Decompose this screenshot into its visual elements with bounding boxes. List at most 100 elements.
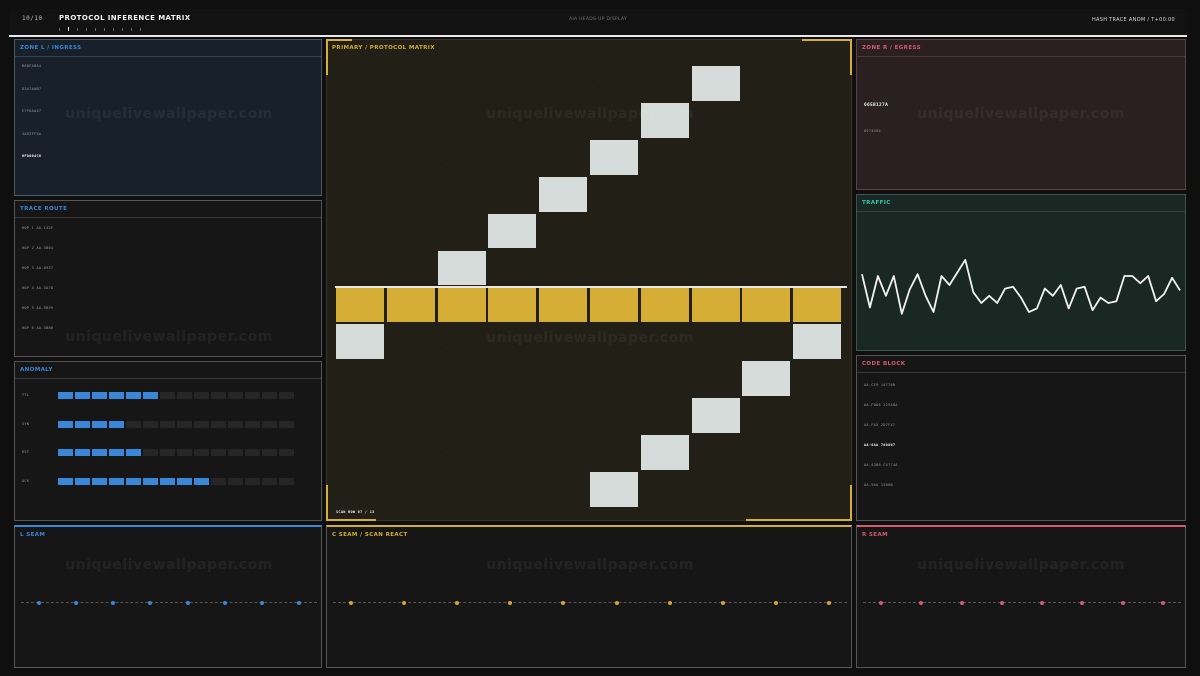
- inferred-path-cell[interactable]: [590, 471, 638, 507]
- seam-node[interactable]: [1080, 601, 1085, 605]
- c-seam-panel: C SEAM / SCAN REACT uniquelivewallpaper.…: [326, 525, 852, 668]
- seam-node[interactable]: [455, 601, 460, 605]
- seam-node[interactable]: [148, 601, 153, 605]
- watermark: uniquelivewallpaper.com: [486, 330, 694, 346]
- anomaly-bar-segment: [262, 477, 277, 485]
- corner-bracket-tl: [326, 39, 352, 75]
- corner-bracket-bl: [326, 485, 376, 521]
- scan-row-cell[interactable]: [488, 287, 537, 323]
- inferred-path-cell[interactable]: [336, 324, 384, 360]
- matrix-cell-marker: ·: [338, 194, 340, 199]
- seam-node[interactable]: [999, 601, 1004, 605]
- seam-node[interactable]: [773, 601, 778, 605]
- matrix-cell-marker: ·: [541, 157, 543, 162]
- trace-hop-item[interactable]: HOP 3 AA-0937: [22, 266, 53, 270]
- anomaly-bar-segment: [126, 449, 141, 456]
- ingress-hash-item[interactable]: B60FABA4: [22, 64, 41, 68]
- code-line-item[interactable]: AA-9AA 1380B: [864, 483, 893, 487]
- seam-node[interactable]: [37, 601, 41, 605]
- trace-hop-item[interactable]: HOP 4 AA-3A78: [22, 286, 53, 290]
- seam-node[interactable]: [827, 601, 831, 605]
- seam-node[interactable]: [259, 601, 264, 605]
- seam-node[interactable]: [111, 601, 116, 605]
- ingress-hash-item[interactable]: D3A7A0B7: [22, 87, 41, 91]
- anomaly-bar-segment: [75, 449, 90, 456]
- scan-row-cell[interactable]: [691, 287, 740, 323]
- seam-node[interactable]: [349, 601, 353, 605]
- trace-hop-item[interactable]: HOP 5 AA-9B49: [22, 306, 53, 310]
- scan-row-cell[interactable]: [590, 287, 638, 323]
- traffic-panel: TRAFFIC: [856, 194, 1186, 351]
- matrix-cell-marker: ·: [541, 268, 543, 273]
- code-line-item[interactable]: AA-43B8 C4774A: [864, 463, 898, 467]
- scan-row-cell[interactable]: [386, 287, 435, 323]
- matrix-cell-marker: ·: [744, 268, 747, 273]
- anomaly-bar-segment: [92, 477, 107, 485]
- matrix-cell-marker: ·: [642, 489, 645, 494]
- inferred-path-cell[interactable]: [640, 435, 689, 470]
- inferred-path-cell[interactable]: [539, 176, 588, 212]
- anomaly-panel: ANOMALY TTL SYN RST ACK: [14, 361, 322, 521]
- seam-node[interactable]: [222, 601, 227, 605]
- anomaly-bar-segment: [109, 449, 124, 456]
- anomaly-bar-segment: [245, 449, 260, 456]
- seam-node[interactable]: [297, 601, 301, 605]
- anomaly-bar-segment: [92, 420, 107, 428]
- inferred-path-cell[interactable]: [691, 398, 740, 433]
- seam-node[interactable]: [720, 601, 725, 605]
- matrix-cell-marker: ·: [490, 84, 493, 88]
- anomaly-bar-segment: [177, 477, 192, 485]
- inferred-path-cell[interactable]: [742, 361, 791, 397]
- seam-node[interactable]: [959, 601, 964, 605]
- inferred-path-cell[interactable]: [590, 139, 638, 175]
- matrix-cell-marker: ·: [439, 453, 442, 457]
- code-line-item[interactable]: AA-CE9 14776B: [864, 383, 895, 387]
- seam-node[interactable]: [614, 601, 619, 605]
- progress-tick: [68, 27, 69, 31]
- scan-row-cell[interactable]: [437, 287, 486, 323]
- watermark: uniquelivewallpaper.com: [65, 106, 273, 122]
- code-line-item[interactable]: AA-FA5 2D7F47: [864, 423, 895, 427]
- inferred-path-cell[interactable]: [488, 213, 537, 249]
- scan-row-cell[interactable]: [793, 287, 842, 323]
- matrix-cell-marker: ·: [693, 268, 696, 273]
- inferred-path-cell[interactable]: [437, 250, 486, 286]
- matrix-cell-marker: ·: [693, 231, 696, 236]
- anomaly-bar-segment: [194, 392, 209, 399]
- seam-node[interactable]: [74, 601, 79, 605]
- ingress-hash-item[interactable]: 6F8004C8: [22, 154, 41, 158]
- watermark: uniquelivewallpaper.com: [917, 557, 1125, 573]
- seam-node[interactable]: [185, 601, 190, 605]
- ingress-hash-item[interactable]: 4A83FF5A: [22, 132, 41, 136]
- seam-node[interactable]: [1161, 601, 1165, 605]
- inferred-path-cell[interactable]: [691, 66, 740, 101]
- seam-node[interactable]: [1120, 601, 1125, 605]
- code-line-item[interactable]: AA-0AA 780807: [864, 443, 895, 447]
- matrix-cell-marker: ·: [642, 84, 645, 88]
- seam-node[interactable]: [879, 601, 883, 605]
- seam-node[interactable]: [561, 601, 566, 605]
- trace-hop-item[interactable]: HOP 1 AA-142F: [22, 226, 53, 230]
- seam-node[interactable]: [1040, 601, 1045, 605]
- scan-row-cell[interactable]: [640, 287, 689, 323]
- matrix-cell-marker: ·: [744, 84, 747, 88]
- anomaly-bar-segment: [160, 420, 175, 428]
- seam-node[interactable]: [508, 601, 513, 605]
- matrix-cell-marker: ·: [490, 379, 493, 384]
- matrix-cell-marker: ·: [592, 453, 594, 457]
- code-line-item[interactable]: AA-F086 229A8A: [864, 403, 898, 407]
- anomaly-bar-segment: [262, 392, 277, 399]
- anomaly-label: TTL: [22, 393, 30, 397]
- trace-hop-item[interactable]: HOP 2 AA-3B04: [22, 246, 53, 250]
- seam-node[interactable]: [402, 601, 407, 605]
- anomaly-bar-segment: [211, 392, 226, 399]
- anomaly-label: SYN: [22, 421, 30, 426]
- seam-node[interactable]: [667, 601, 672, 605]
- scan-row-cell[interactable]: [539, 287, 588, 323]
- scan-row-cell[interactable]: [742, 287, 791, 323]
- scan-row-cell[interactable]: [336, 287, 384, 323]
- seam-node[interactable]: [919, 601, 924, 605]
- matrix-cell-marker: ·: [693, 194, 696, 199]
- inferred-path-cell[interactable]: [793, 324, 842, 360]
- matrix-cell-marker: ·: [490, 157, 493, 162]
